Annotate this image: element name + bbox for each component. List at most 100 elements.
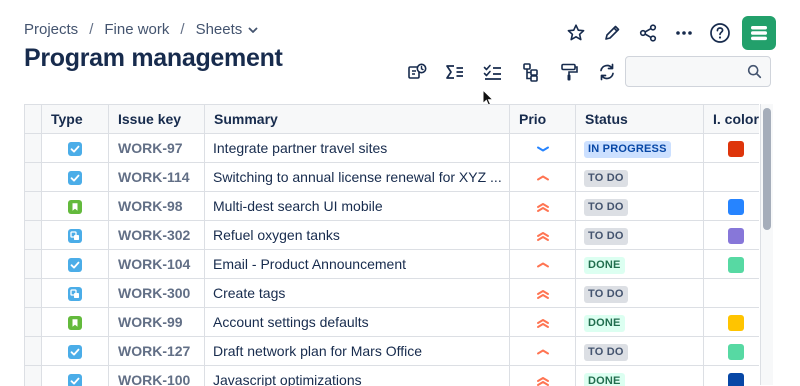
priority-cell[interactable] bbox=[510, 308, 576, 337]
row-gutter[interactable] bbox=[25, 192, 42, 221]
issue-key-cell[interactable]: WORK-300 bbox=[109, 279, 205, 308]
issue-key-cell[interactable]: WORK-100 bbox=[109, 366, 205, 386]
more-icon[interactable] bbox=[666, 17, 702, 49]
summary-cell[interactable]: Integrate partner travel sites bbox=[205, 134, 510, 163]
breadcrumb-projects[interactable]: Projects bbox=[24, 21, 78, 38]
status-cell[interactable]: TO DO bbox=[576, 279, 704, 308]
checklist-icon[interactable] bbox=[474, 56, 512, 88]
type-cell[interactable] bbox=[42, 337, 109, 366]
vertical-scrollbar[interactable] bbox=[760, 104, 773, 385]
status-cell[interactable]: DONE bbox=[576, 366, 704, 386]
column-header-color[interactable]: I. color bbox=[704, 105, 760, 134]
column-header-prio[interactable]: Prio bbox=[510, 105, 576, 134]
row-gutter[interactable] bbox=[25, 134, 42, 163]
type-cell[interactable] bbox=[42, 221, 109, 250]
status-cell[interactable]: TO DO bbox=[576, 163, 704, 192]
table-row[interactable]: WORK-127Draft network plan for Mars Offi… bbox=[25, 337, 759, 366]
priority-cell[interactable] bbox=[510, 192, 576, 221]
issue-key-cell[interactable]: WORK-127 bbox=[109, 337, 205, 366]
header-actions bbox=[558, 16, 776, 50]
issue-key-cell[interactable]: WORK-99 bbox=[109, 308, 205, 337]
row-gutter[interactable] bbox=[25, 337, 42, 366]
type-cell[interactable] bbox=[42, 134, 109, 163]
type-cell[interactable] bbox=[42, 163, 109, 192]
type-cell[interactable] bbox=[42, 366, 109, 386]
issue-key-cell[interactable]: WORK-302 bbox=[109, 221, 205, 250]
help-icon[interactable] bbox=[702, 17, 738, 49]
search-input[interactable] bbox=[626, 57, 752, 86]
status-cell[interactable]: TO DO bbox=[576, 221, 704, 250]
row-gutter[interactable] bbox=[25, 366, 42, 386]
type-cell[interactable] bbox=[42, 279, 109, 308]
share-icon[interactable] bbox=[630, 17, 666, 49]
summary-cell[interactable]: Account settings defaults bbox=[205, 308, 510, 337]
table-row[interactable]: WORK-104Email - Product Announcement DONE bbox=[25, 250, 759, 279]
priority-cell[interactable] bbox=[510, 134, 576, 163]
summary-cell[interactable]: Email - Product Announcement bbox=[205, 250, 510, 279]
color-cell[interactable] bbox=[704, 192, 760, 221]
breadcrumb-sheets[interactable]: Sheets bbox=[196, 21, 243, 38]
row-gutter[interactable] bbox=[25, 279, 42, 308]
table-row[interactable]: WORK-100Javascript optimizations DONE bbox=[25, 366, 759, 386]
color-cell[interactable] bbox=[704, 250, 760, 279]
issue-key-cell[interactable]: WORK-98 bbox=[109, 192, 205, 221]
summary-cell[interactable]: Create tags bbox=[205, 279, 510, 308]
search-icon[interactable] bbox=[747, 64, 762, 84]
type-cell[interactable] bbox=[42, 192, 109, 221]
chevron-down-icon[interactable] bbox=[247, 24, 259, 36]
insights-icon[interactable] bbox=[398, 56, 436, 88]
table-row[interactable]: WORK-300Create tags TO DO bbox=[25, 279, 759, 308]
status-cell[interactable]: TO DO bbox=[576, 192, 704, 221]
row-gutter[interactable] bbox=[25, 250, 42, 279]
summary-cell[interactable]: Switching to annual license renewal for … bbox=[205, 163, 510, 192]
status-cell[interactable]: DONE bbox=[576, 308, 704, 337]
issue-key-cell[interactable]: WORK-114 bbox=[109, 163, 205, 192]
table-row[interactable]: WORK-302Refuel oxygen tanks TO DO bbox=[25, 221, 759, 250]
status-cell[interactable]: TO DO bbox=[576, 337, 704, 366]
color-cell[interactable] bbox=[704, 308, 760, 337]
priority-cell[interactable] bbox=[510, 221, 576, 250]
summary-cell[interactable]: Refuel oxygen tanks bbox=[205, 221, 510, 250]
column-header-type[interactable]: Type bbox=[42, 105, 109, 134]
priority-cell[interactable] bbox=[510, 279, 576, 308]
sum-icon[interactable] bbox=[436, 56, 474, 88]
issue-key-cell[interactable]: WORK-104 bbox=[109, 250, 205, 279]
color-cell[interactable] bbox=[704, 366, 760, 386]
priority-cell[interactable] bbox=[510, 366, 576, 386]
issue-key-cell[interactable]: WORK-97 bbox=[109, 134, 205, 163]
color-cell[interactable] bbox=[704, 134, 760, 163]
app-logo[interactable] bbox=[742, 16, 776, 50]
hierarchy-icon[interactable] bbox=[512, 56, 550, 88]
color-cell[interactable] bbox=[704, 279, 760, 308]
table-row[interactable]: WORK-97Integrate partner travel sites IN … bbox=[25, 134, 759, 163]
type-cell[interactable] bbox=[42, 308, 109, 337]
status-badge: TO DO bbox=[584, 170, 628, 187]
column-header-summary[interactable]: Summary bbox=[205, 105, 510, 134]
priority-cell[interactable] bbox=[510, 250, 576, 279]
summary-cell[interactable]: Multi-dest search UI mobile bbox=[205, 192, 510, 221]
table-row[interactable]: WORK-99Account settings defaults DONE bbox=[25, 308, 759, 337]
row-gutter[interactable] bbox=[25, 163, 42, 192]
color-cell[interactable] bbox=[704, 221, 760, 250]
column-header-issue-key[interactable]: Issue key bbox=[109, 105, 205, 134]
refresh-icon[interactable] bbox=[588, 56, 626, 88]
table-row[interactable]: WORK-98Multi-dest search UI mobile TO DO bbox=[25, 192, 759, 221]
breadcrumb-fine-work[interactable]: Fine work bbox=[104, 21, 169, 38]
format-paint-icon[interactable] bbox=[550, 56, 588, 88]
row-gutter[interactable] bbox=[25, 308, 42, 337]
star-icon[interactable] bbox=[558, 17, 594, 49]
column-header-status[interactable]: Status bbox=[576, 105, 704, 134]
priority-cell[interactable] bbox=[510, 163, 576, 192]
summary-cell[interactable]: Javascript optimizations bbox=[205, 366, 510, 386]
status-cell[interactable]: DONE bbox=[576, 250, 704, 279]
summary-cell[interactable]: Draft network plan for Mars Office bbox=[205, 337, 510, 366]
table-row[interactable]: WORK-114Switching to annual license rene… bbox=[25, 163, 759, 192]
type-cell[interactable] bbox=[42, 250, 109, 279]
row-gutter[interactable] bbox=[25, 221, 42, 250]
pencil-icon[interactable] bbox=[594, 17, 630, 49]
color-cell[interactable] bbox=[704, 337, 760, 366]
color-cell[interactable] bbox=[704, 163, 760, 192]
status-cell[interactable]: IN PROGRESS bbox=[576, 134, 704, 163]
scrollbar-thumb[interactable] bbox=[763, 108, 771, 230]
priority-cell[interactable] bbox=[510, 337, 576, 366]
